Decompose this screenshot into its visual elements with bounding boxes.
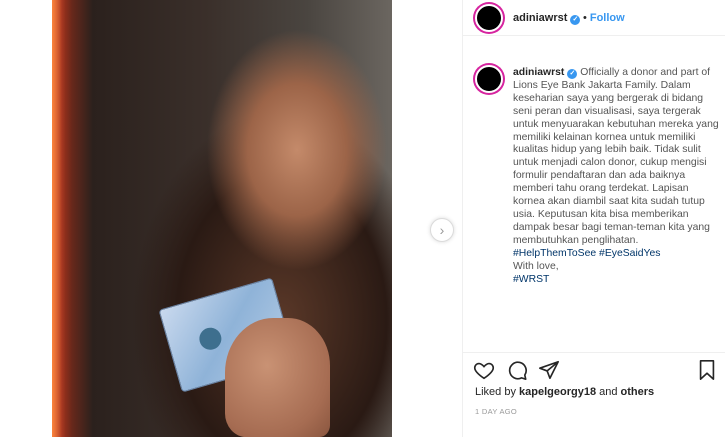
caption-hashtags[interactable]: #HelpThemToSee #EyeSaidYes bbox=[513, 248, 661, 259]
follow-label[interactable]: Follow bbox=[590, 12, 625, 24]
caption-signoff-tag[interactable]: #WRST bbox=[513, 274, 549, 285]
likes-user[interactable]: kapelgeorgy18 bbox=[519, 386, 596, 398]
photo-light-leak bbox=[52, 0, 72, 437]
header-username[interactable]: adiniawrst ✓ bbox=[513, 12, 581, 25]
next-slide-button[interactable]: › bbox=[430, 218, 454, 242]
likes-suffix: and bbox=[596, 386, 621, 398]
header-username-text[interactable]: adiniawrst bbox=[513, 12, 567, 24]
chevron-right-icon: › bbox=[439, 222, 445, 238]
post-side-panel: adiniawrst ✓ • Follow adiniawrst ✓ Official… bbox=[462, 0, 725, 437]
avatar[interactable] bbox=[475, 4, 503, 32]
caption-with-love: With love, bbox=[513, 260, 559, 272]
likes-prefix: Liked by bbox=[475, 386, 520, 398]
comment-icon[interactable] bbox=[506, 359, 528, 381]
post-timestamp[interactable]: 1 DAY AGO bbox=[475, 407, 517, 416]
post-caption: adiniawrst ✓ Officially a donor and part … bbox=[513, 67, 723, 286]
post-media: › bbox=[0, 0, 462, 437]
verified-icon: ✓ bbox=[567, 69, 578, 79]
dot-separator: • bbox=[583, 12, 587, 24]
caption-username[interactable]: adiniawrst ✓ bbox=[513, 67, 578, 79]
likes-others[interactable]: others bbox=[621, 386, 655, 398]
caption-avatar[interactable] bbox=[475, 65, 503, 93]
verified-icon: ✓ bbox=[570, 15, 581, 25]
heart-icon[interactable] bbox=[473, 359, 495, 381]
post-header: adiniawrst ✓ • Follow bbox=[463, 0, 725, 36]
caption-username-text[interactable]: adiniawrst bbox=[513, 67, 564, 78]
bookmark-icon[interactable] bbox=[696, 359, 718, 381]
hand-image bbox=[225, 318, 330, 437]
follow-button[interactable]: • Follow bbox=[583, 12, 625, 24]
caption-body: Officially a donor and part of Lions Eye… bbox=[513, 67, 719, 246]
post-actions: Liked by kapelgeorgy18 and others 1 DAY … bbox=[463, 352, 725, 437]
likes-summary: Liked by kapelgeorgy18 and others bbox=[475, 386, 654, 398]
share-icon[interactable] bbox=[538, 359, 560, 381]
